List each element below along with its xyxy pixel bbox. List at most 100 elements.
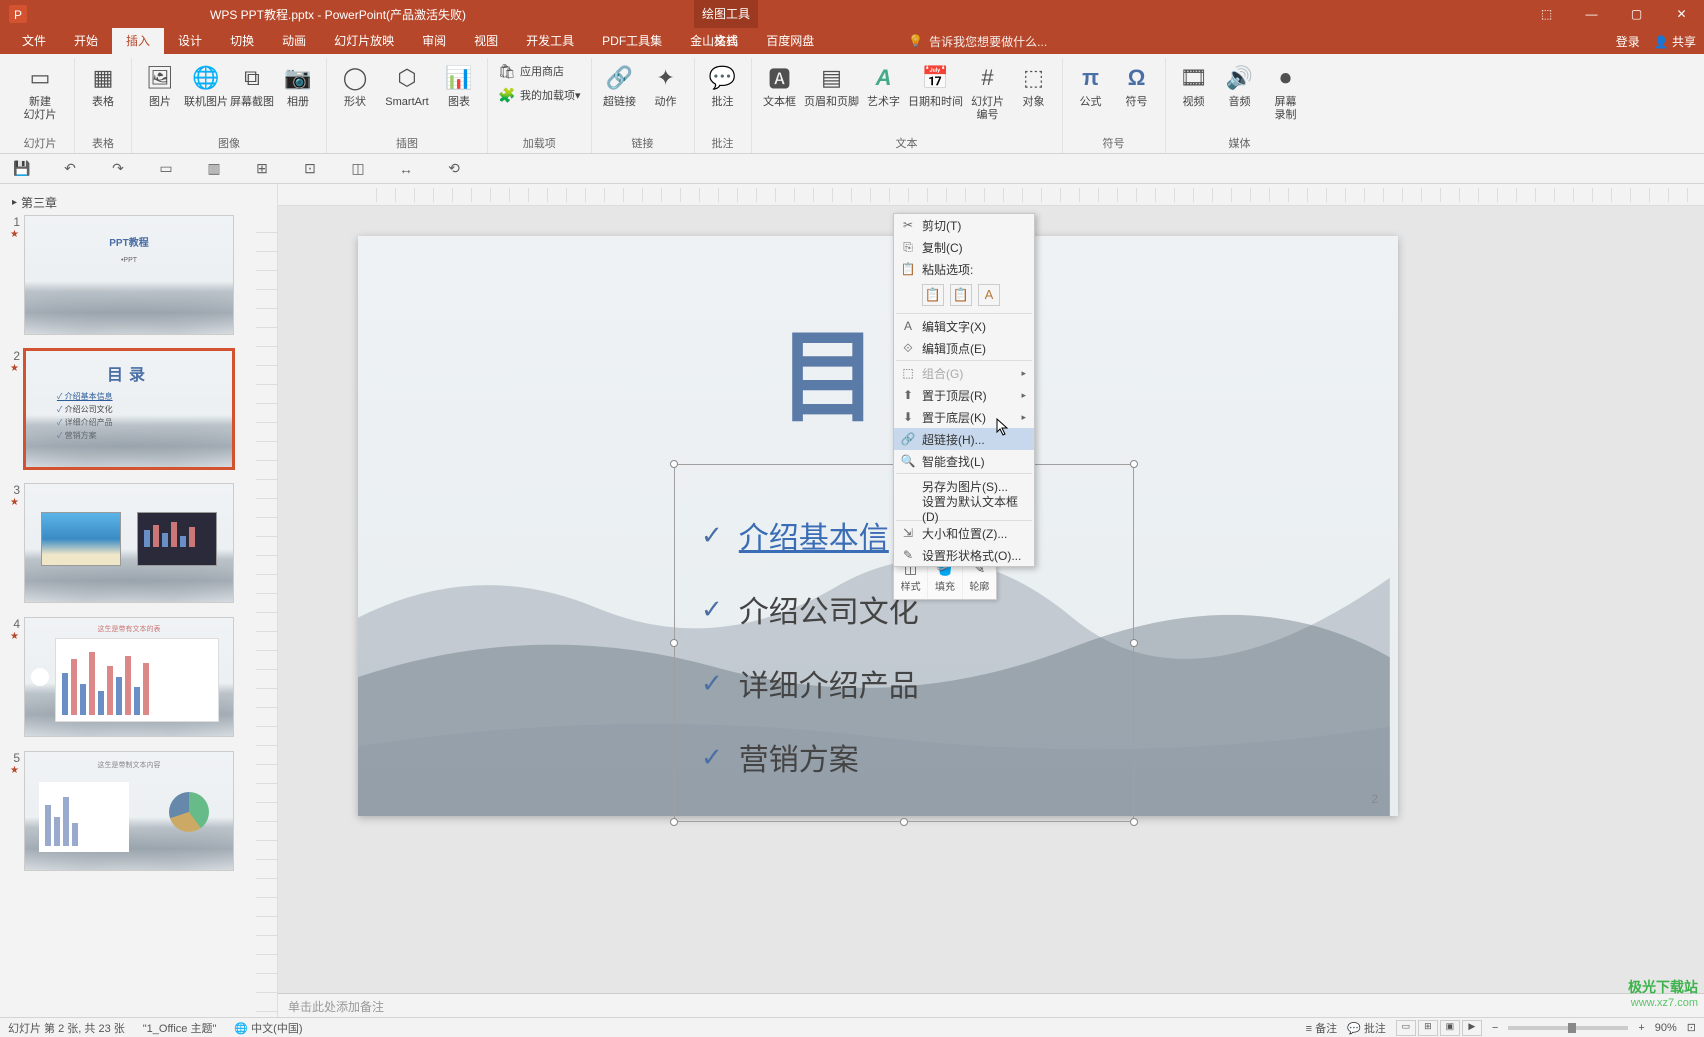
shapes-button[interactable]: ◯形状 (333, 58, 377, 109)
tab-insert[interactable]: 插入 (112, 28, 164, 54)
thumbnail-1[interactable]: 1★ PPT教程•PPT (10, 215, 246, 335)
audio-button[interactable]: 🔊音频 (1218, 58, 1262, 109)
comment-button[interactable]: 💬批注 (701, 58, 745, 109)
toc-item-3[interactable]: ✓详细介绍产品 (701, 661, 1107, 705)
sorter-view-button[interactable]: ⊞ (1418, 1020, 1438, 1036)
date-time-button[interactable]: 📅日期和时间 (908, 58, 964, 109)
status-slide-info[interactable]: 幻灯片 第 2 张, 共 23 张 (8, 1020, 125, 1036)
video-button[interactable]: 🎞视频 (1172, 58, 1216, 109)
textbox-button[interactable]: 🅰文本框 (758, 58, 802, 109)
normal-view-button[interactable]: ▭ (1396, 1020, 1416, 1036)
status-notes-button[interactable]: ≡ 备注 (1306, 1020, 1337, 1036)
maximize-button[interactable]: ▢ (1614, 0, 1659, 28)
menu-format-shape[interactable]: ✎设置形状格式(O)... (894, 544, 1034, 566)
redo-button[interactable]: ↷ (108, 159, 128, 179)
album-button[interactable]: 📷相册 (276, 58, 320, 109)
menu-smart-lookup[interactable]: 🔍智能查找(L) (894, 450, 1034, 472)
resize-handle[interactable] (900, 818, 908, 826)
chart-button[interactable]: 📊图表 (437, 58, 481, 109)
paste-option-2[interactable]: 📋 (950, 284, 972, 306)
store-button[interactable]: 🛍应用商店 (494, 60, 585, 82)
equation-button[interactable]: π公式 (1069, 58, 1113, 109)
slide-title[interactable]: 目 (778, 296, 880, 441)
tab-transition[interactable]: 切换 (216, 28, 268, 54)
thumbnail-4[interactable]: 4★ 这生是带有文本的表 (10, 617, 246, 737)
undo-button[interactable]: ↶ (60, 159, 80, 179)
qat-6[interactable]: ⊞ (252, 159, 272, 179)
resize-handle[interactable] (1130, 818, 1138, 826)
close-button[interactable]: ✕ (1659, 0, 1704, 28)
qat-7[interactable]: ⊡ (300, 159, 320, 179)
slide-thumbnail-pane[interactable]: 第三章 1★ PPT教程•PPT 2★ 目录 介绍基本信息 介绍公司文化 详细介… (0, 184, 256, 1017)
menu-set-default-textbox[interactable]: 设置为默认文本框(D) (894, 497, 1034, 519)
wordart-button[interactable]: A艺术字 (862, 58, 906, 109)
paste-option-3[interactable]: A (978, 284, 1000, 306)
new-slide-button[interactable]: ▭新建幻灯片 (12, 58, 68, 122)
table-button[interactable]: ▦表格 (81, 58, 125, 109)
header-footer-button[interactable]: ▤页眉和页脚 (804, 58, 860, 109)
hyperlink-button[interactable]: 🔗超链接 (598, 58, 642, 109)
menu-edit-points[interactable]: ⟐编辑顶点(E) (894, 337, 1034, 359)
login-link[interactable]: 登录 (1616, 33, 1640, 50)
menu-hyperlink[interactable]: 🔗超链接(H)... (894, 428, 1034, 450)
tab-developer[interactable]: 开发工具 (512, 28, 588, 54)
zoom-out-button[interactable]: − (1492, 1022, 1498, 1034)
menu-cut[interactable]: ✂剪切(T) (894, 214, 1034, 236)
tab-design[interactable]: 设计 (164, 28, 216, 54)
menu-copy[interactable]: ⎘复制(C) (894, 236, 1034, 258)
reading-view-button[interactable]: ▣ (1440, 1020, 1460, 1036)
symbol-button[interactable]: Ω符号 (1115, 58, 1159, 109)
resize-handle[interactable] (1130, 460, 1138, 468)
thumbnail-3[interactable]: 3★ (10, 483, 246, 603)
smartart-button[interactable]: ⬡SmartArt (379, 58, 435, 109)
qat-9[interactable]: ↔ (396, 159, 416, 179)
qat-5[interactable]: ▥ (204, 159, 224, 179)
tell-me-search[interactable]: 💡告诉我您想要做什么... (908, 33, 1047, 50)
resize-handle[interactable] (670, 639, 678, 647)
zoom-slider[interactable] (1508, 1026, 1628, 1030)
thumbnail-5[interactable]: 5★ 这生是带制文本内容 (10, 751, 246, 871)
status-comments-button[interactable]: 💬 批注 (1347, 1020, 1386, 1036)
tab-view[interactable]: 视图 (460, 28, 512, 54)
slide-number-button[interactable]: #幻灯片编号 (966, 58, 1010, 122)
menu-size-position[interactable]: ⇲大小和位置(Z)... (894, 522, 1034, 544)
my-addins-button[interactable]: 🧩我的加载项 ▾ (494, 84, 585, 106)
section-header[interactable]: 第三章 (10, 190, 246, 215)
zoom-in-button[interactable]: + (1638, 1022, 1644, 1034)
toc-item-4[interactable]: ✓营销方案 (701, 735, 1107, 779)
tab-file[interactable]: 文件 (8, 28, 60, 54)
share-button[interactable]: 👤 共享 (1654, 33, 1696, 50)
paste-option-1[interactable]: 📋 (922, 284, 944, 306)
qat-8[interactable]: ◫ (348, 159, 368, 179)
resize-handle[interactable] (670, 460, 678, 468)
online-picture-button[interactable]: 🌐联机图片 (184, 58, 228, 109)
status-language[interactable]: 🌐 中文(中国) (234, 1020, 302, 1036)
notes-pane[interactable]: 单击此处添加备注 (278, 993, 1704, 1017)
tab-pdf[interactable]: PDF工具集 (588, 28, 676, 54)
ribbon-display-options[interactable]: ⬚ (1524, 0, 1569, 28)
tab-slideshow[interactable]: 幻灯片放映 (320, 28, 408, 54)
menu-send-back[interactable]: ⬇置于底层(K)▸ (894, 406, 1034, 428)
zoom-level[interactable]: 90% (1655, 1022, 1677, 1034)
resize-handle[interactable] (1130, 639, 1138, 647)
tab-format[interactable]: 格式 (694, 28, 758, 54)
tab-baidu[interactable]: 百度网盘 (752, 28, 828, 54)
qat-10[interactable]: ⟲ (444, 159, 464, 179)
save-button[interactable]: 💾 (12, 159, 32, 179)
tab-home[interactable]: 开始 (60, 28, 112, 54)
minimize-button[interactable]: — (1569, 0, 1614, 28)
thumbnail-2[interactable]: 2★ 目录 介绍基本信息 介绍公司文化 详细介绍产品 营销方案 (10, 349, 246, 469)
action-button[interactable]: ✦动作 (644, 58, 688, 109)
object-button[interactable]: ⬚对象 (1012, 58, 1056, 109)
fit-to-window-button[interactable]: ⊡ (1687, 1021, 1696, 1034)
slideshow-view-button[interactable]: ▶ (1462, 1020, 1482, 1036)
resize-handle[interactable] (670, 818, 678, 826)
qat-4[interactable]: ▭ (156, 159, 176, 179)
menu-bring-front[interactable]: ⬆置于顶层(R)▸ (894, 384, 1034, 406)
screen-recording-button[interactable]: ⏺屏幕录制 (1264, 58, 1308, 122)
slide[interactable]: 目 ✓介绍基本信 ✓介绍公司文化 ✓详细介绍产品 ✓营销方案 2 (358, 236, 1398, 816)
tab-review[interactable]: 审阅 (408, 28, 460, 54)
tab-animation[interactable]: 动画 (268, 28, 320, 54)
screenshot-button[interactable]: ⧉屏幕截图 (230, 58, 274, 109)
menu-edit-text[interactable]: A编辑文字(X) (894, 315, 1034, 337)
